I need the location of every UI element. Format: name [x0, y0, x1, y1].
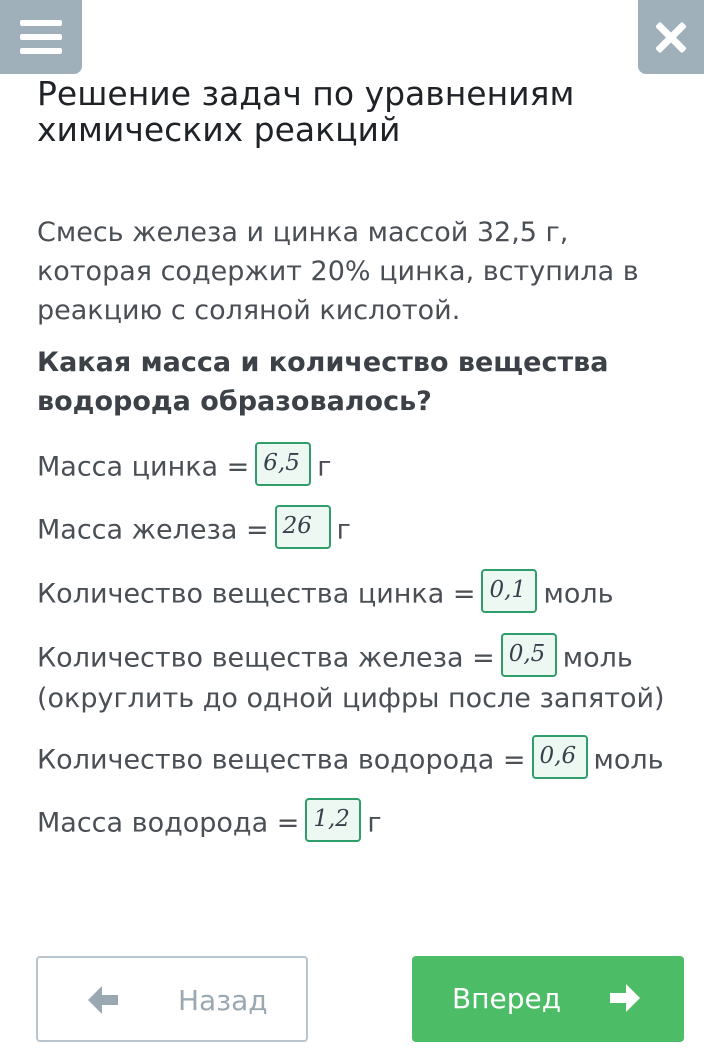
answer-label: Масса водорода =: [37, 807, 300, 839]
zinc-mass-input[interactable]: 6,5: [255, 442, 312, 486]
close-button[interactable]: [638, 0, 704, 74]
answer-row-hydrogen-amount: Количество вещества водорода = 0,6 моль: [37, 735, 687, 783]
iron-amount-input[interactable]: 0,5: [500, 633, 557, 677]
next-button[interactable]: Вперед: [412, 956, 684, 1042]
answer-row-hydrogen-mass: Масса водорода = 1,2 г: [37, 798, 687, 846]
arrow-left-icon: [88, 986, 118, 1014]
hydrogen-amount-input[interactable]: 0,6: [531, 735, 588, 779]
answer-unit: моль: [562, 642, 633, 674]
iron-mass-input[interactable]: 26: [274, 505, 331, 549]
answer-label: Масса железа =: [37, 514, 269, 546]
answer-unit: г: [367, 807, 382, 839]
answer-unit: г: [317, 451, 332, 483]
answer-label: Количество вещества водорода =: [37, 744, 526, 776]
back-button[interactable]: Назад: [36, 956, 308, 1042]
answer-unit: моль: [593, 744, 664, 776]
rounding-note: (округлить до одной цифры после запятой): [37, 683, 665, 714]
answer-row-zinc-mass: Масса цинка = 6,5 г: [37, 442, 687, 490]
answer-row-iron-amount: Количество вещества железа = 0,5 моль (окр…: [37, 633, 687, 717]
back-button-label: Назад: [178, 984, 268, 1017]
menu-button[interactable]: [0, 0, 82, 74]
zinc-amount-input[interactable]: 0,1: [481, 569, 538, 613]
answer-row-zinc-amount: Количество вещества цинка = 0,1 моль: [37, 569, 687, 617]
answer-label: Масса цинка =: [37, 451, 250, 483]
question-text: Какая масса и количество вещества водоро…: [37, 347, 609, 417]
hydrogen-mass-input[interactable]: 1,2: [305, 798, 362, 842]
answer-row-iron-mass: Масса железа = 26 г: [37, 505, 687, 553]
answer-unit: г: [336, 514, 351, 546]
answer-label: Количество вещества цинка =: [37, 578, 476, 610]
answer-unit: моль: [543, 578, 614, 610]
problem-text: Смесь железа и цинка массой 32,5 г, кото…: [37, 217, 639, 326]
next-button-label: Вперед: [452, 982, 562, 1015]
answer-label: Количество вещества железа =: [37, 642, 495, 674]
arrow-right-icon: [610, 984, 640, 1012]
page-title: Решение задач по уравнениям химических р…: [37, 74, 575, 149]
